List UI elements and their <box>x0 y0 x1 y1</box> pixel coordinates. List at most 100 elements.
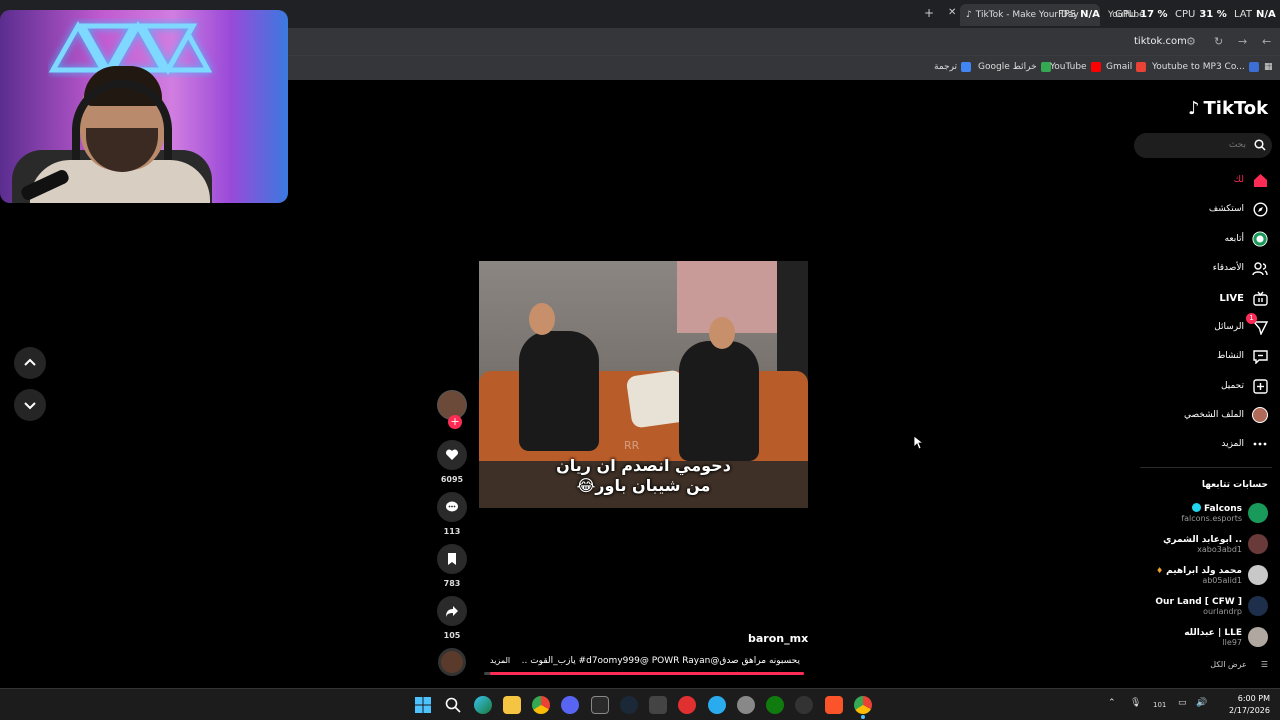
see-all-button[interactable]: عرض الكل ☰ <box>1210 660 1268 669</box>
more-description-button[interactable]: المزيد <box>490 656 510 665</box>
account-name: محمد ولد ابراهيم <box>1166 565 1242 576</box>
tab-close-icon[interactable]: ✕ <box>948 7 956 18</box>
following-icon <box>1252 231 1268 247</box>
search-bar <box>1134 133 1272 158</box>
nav-explore[interactable]: استكشف <box>1209 199 1268 219</box>
search-input[interactable] <box>1144 137 1248 153</box>
new-tab-button[interactable]: + <box>924 6 934 20</box>
chrome-active-icon[interactable] <box>854 696 872 714</box>
nav-live[interactable]: LIVE <box>1219 288 1268 308</box>
system-clock[interactable]: 6:00 PM 2/17/2026 <box>1229 693 1270 717</box>
previous-video-button[interactable] <box>14 347 46 379</box>
account-name: عبدالله | LLE <box>1184 627 1242 638</box>
video-author[interactable]: baron_mx <box>748 632 808 645</box>
following-account[interactable]: ابوعابد الشمري .. xabo3abd1 <box>1163 531 1268 557</box>
man-left-head <box>529 303 555 335</box>
edge-icon[interactable] <box>474 696 492 714</box>
like-count: 6095 <box>440 475 464 484</box>
nav-label: الأصدقاء <box>1212 263 1244 273</box>
account-name: Our Land [ CFW ] <box>1155 596 1242 607</box>
bookmark-item[interactable]: ترجمة <box>934 62 972 72</box>
apps-grid-icon[interactable]: ▦ <box>1264 62 1273 72</box>
windows-start-icon[interactable] <box>415 697 431 713</box>
video-progress-bar[interactable] <box>484 672 804 675</box>
messages-icon: 1 <box>1246 313 1268 335</box>
following-account[interactable]: عبدالله | LLE lle97 <box>1184 624 1268 650</box>
following-account[interactable]: Our Land [ CFW ] ourlandrp <box>1155 593 1268 619</box>
nav-label: الرسائل <box>1214 322 1244 332</box>
site-settings-icon[interactable]: ⚙ <box>1186 35 1196 48</box>
search-icon[interactable] <box>445 697 461 713</box>
man-right-head <box>709 317 735 349</box>
next-video-button[interactable] <box>14 389 46 421</box>
webcam-overlay <box>0 10 288 203</box>
music-disc-avatar[interactable] <box>438 648 466 676</box>
following-account[interactable]: Falcons falcons.esports <box>1181 500 1268 526</box>
video-caption: دحومي انصدم ان ريان من شيبان باور😂 <box>519 456 768 496</box>
cpu-label: CPU <box>1175 9 1196 20</box>
sidebar-divider <box>1140 467 1272 468</box>
bookmark-item[interactable]: YouTube <box>1050 62 1101 72</box>
url-field[interactable]: tiktok.com <box>1134 36 1187 47</box>
tray-overflow-icon[interactable]: ⌃ <box>1108 698 1116 708</box>
xbox-icon[interactable] <box>766 696 784 714</box>
media-player-icon[interactable] <box>678 696 696 714</box>
following-accounts-title: حسابات تتابعها <box>1201 480 1268 490</box>
following-account[interactable]: ♦ محمد ولد ابراهيم ab05alid1 <box>1156 562 1268 588</box>
video-player[interactable]: RR دحومي انصدم ان ريان من شيبان باور😂 <box>479 261 808 508</box>
forward-icon[interactable]: → <box>1238 35 1247 48</box>
discord-icon[interactable] <box>561 696 579 714</box>
nav-profile[interactable]: الملف الشخصي <box>1184 405 1268 425</box>
save-count: 783 <box>443 579 461 588</box>
fps-label: FPS <box>1058 9 1077 20</box>
bookmark-favicon-icon <box>1248 62 1259 72</box>
save-button[interactable]: 783 <box>436 544 468 588</box>
clock-date: 2/17/2026 <box>1228 706 1270 715</box>
app-icon[interactable] <box>649 696 667 714</box>
nav-more[interactable]: المزيد <box>1221 434 1268 454</box>
chrome-icon[interactable] <box>532 696 550 714</box>
reload-icon[interactable]: ↻ <box>1214 35 1223 48</box>
app-icon[interactable] <box>795 696 813 714</box>
nav-following[interactable]: أتابعه <box>1225 229 1268 249</box>
caption-line: من شيبان باور😂 <box>576 476 711 495</box>
translate-icon <box>961 62 972 72</box>
share-icon <box>446 606 458 617</box>
epic-games-icon[interactable] <box>591 696 609 714</box>
caption-line: دحومي انصدم ان ريان <box>556 456 731 475</box>
volume-icon[interactable]: 🔊 <box>1196 698 1207 708</box>
nav-activity[interactable]: النشاط <box>1217 346 1268 366</box>
bookmark-item[interactable]: Google خرائط <box>978 62 1051 72</box>
share-button[interactable]: 105 <box>436 596 468 640</box>
activity-icon <box>1252 348 1268 364</box>
more-dots-icon <box>1252 436 1268 452</box>
account-handle: xabo3abd1 <box>1197 544 1242 554</box>
nav-for-you[interactable]: لك <box>1234 170 1268 190</box>
microphone-icon[interactable]: 🎙 <box>1130 698 1141 708</box>
bookmark-item[interactable]: Youtube to MP3 Co... <box>1152 62 1259 72</box>
follow-plus-icon[interactable]: + <box>448 415 462 429</box>
comment-button[interactable]: 113 <box>436 492 468 536</box>
brave-icon[interactable] <box>825 696 843 714</box>
bookmark-item[interactable]: Gmail <box>1106 62 1147 72</box>
tiktok-logo[interactable]: ♪ TikTok <box>1188 98 1268 119</box>
nav-label: استكشف <box>1208 204 1244 214</box>
tray-indicator: 101 <box>1153 701 1167 709</box>
account-name: ابوعابد الشمري .. <box>1163 534 1242 545</box>
author-avatar[interactable]: + <box>437 390 467 429</box>
steam-icon[interactable] <box>620 696 638 714</box>
file-explorer-icon[interactable] <box>503 696 521 714</box>
heart-icon <box>445 449 459 460</box>
nav-label: LIVE <box>1219 292 1244 304</box>
search-icon[interactable] <box>1254 139 1266 151</box>
telegram-icon[interactable] <box>708 696 726 714</box>
account-handle: lle97 <box>1222 637 1242 647</box>
back-icon[interactable]: ← <box>1262 35 1271 48</box>
lat-label: LAT <box>1234 9 1252 20</box>
like-button[interactable]: 6095 <box>436 440 468 484</box>
nav-messages[interactable]: الرسائل 1 <box>1214 313 1268 337</box>
nav-friends[interactable]: الأصدقاء <box>1213 258 1268 278</box>
settings-icon[interactable] <box>737 696 755 714</box>
network-icon[interactable]: ▭ <box>1178 698 1187 708</box>
nav-upload[interactable]: تحميل <box>1221 376 1268 396</box>
